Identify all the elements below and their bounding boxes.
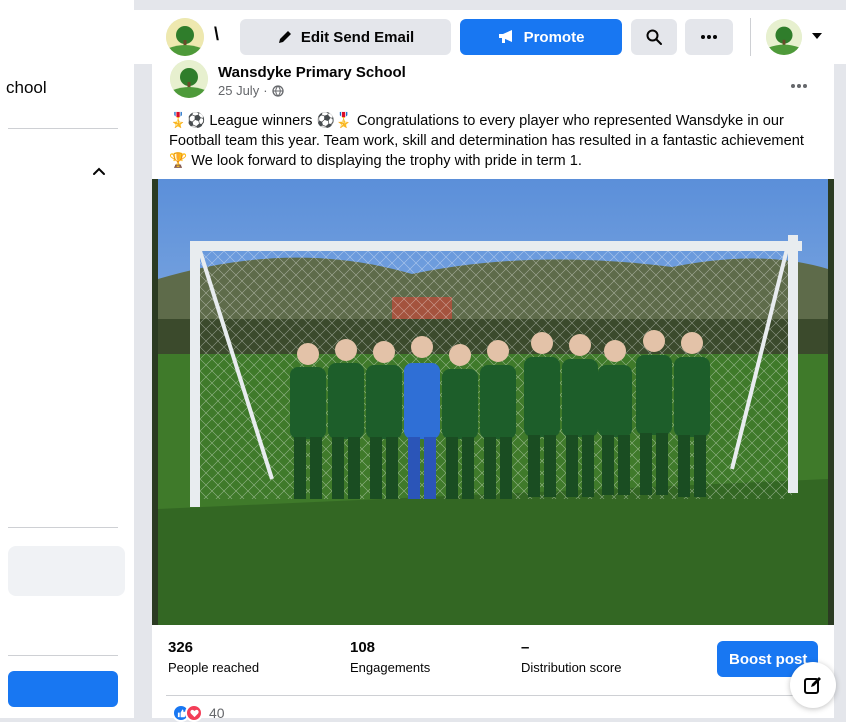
post-more-button[interactable] [790,76,808,94]
post-text: 🎖️⚽ League winners ⚽🎖️ Congratulations t… [169,113,804,169]
pencil-icon [278,31,291,43]
globe-icon [271,84,284,97]
stat-engagements[interactable]: 108 Engagements [350,639,430,675]
search-button[interactable] [631,19,677,55]
post-photo[interactable] [152,179,834,625]
new-message-button[interactable] [790,662,836,708]
post-date[interactable]: 25 July [218,83,259,98]
stat-label: People reached [168,660,260,675]
post-author-name[interactable]: Wansdyke Primary School [218,64,406,81]
reactions-divider [166,695,820,696]
search-icon [646,29,662,45]
promote-label: Promote [523,28,585,46]
profile-avatar[interactable] [766,19,802,55]
sidebar-divider [8,655,118,656]
post-author-avatar[interactable] [170,60,208,98]
more-options-button[interactable] [685,19,733,55]
post-insights: 326 People reached 108 Engagements – Dis… [152,625,834,695]
page-top-bar: \ Edit Send Email Promote [134,10,846,64]
post-meta: 25 July · [218,83,284,98]
love-reaction-icon [185,704,203,722]
sidebar-divider [8,527,118,528]
back-text[interactable]: \ [214,24,219,45]
compose-icon [804,677,821,694]
more-icon [791,84,807,88]
chevron-up-icon[interactable] [90,162,108,180]
edit-send-email-label: Edit Send Email [300,28,415,46]
left-sidebar: chool [0,0,134,718]
edit-send-email-button[interactable]: Edit Send Email [240,19,451,55]
topbar-divider [750,18,751,56]
stat-value: 108 [350,639,376,656]
sidebar-divider [8,128,118,129]
page-avatar[interactable] [166,18,204,56]
team-photo-illustration [158,179,828,625]
stat-value: 326 [168,639,194,656]
sidebar-page-title: chool [6,78,47,97]
promote-button[interactable]: Promote [460,19,622,55]
meta-separator: · [263,83,268,98]
post-card: Wansdyke Primary School 25 July · 🎖️⚽ Le… [152,60,834,722]
stat-label: Distribution score [521,660,622,675]
players-group [290,330,710,499]
stat-value: – [521,639,530,656]
reactions-summary[interactable]: 40 [172,704,225,722]
sidebar-field[interactable] [8,546,125,596]
sidebar-primary-button[interactable] [8,671,118,707]
stat-people-reached[interactable]: 326 People reached [168,639,259,675]
megaphone-icon [498,30,512,43]
stat-distribution-score[interactable]: – Distribution score [521,639,621,675]
account-menu-caret-icon[interactable] [812,33,822,39]
reaction-count: 40 [209,705,225,721]
more-icon [701,35,717,39]
stat-label: Engagements [350,660,431,675]
